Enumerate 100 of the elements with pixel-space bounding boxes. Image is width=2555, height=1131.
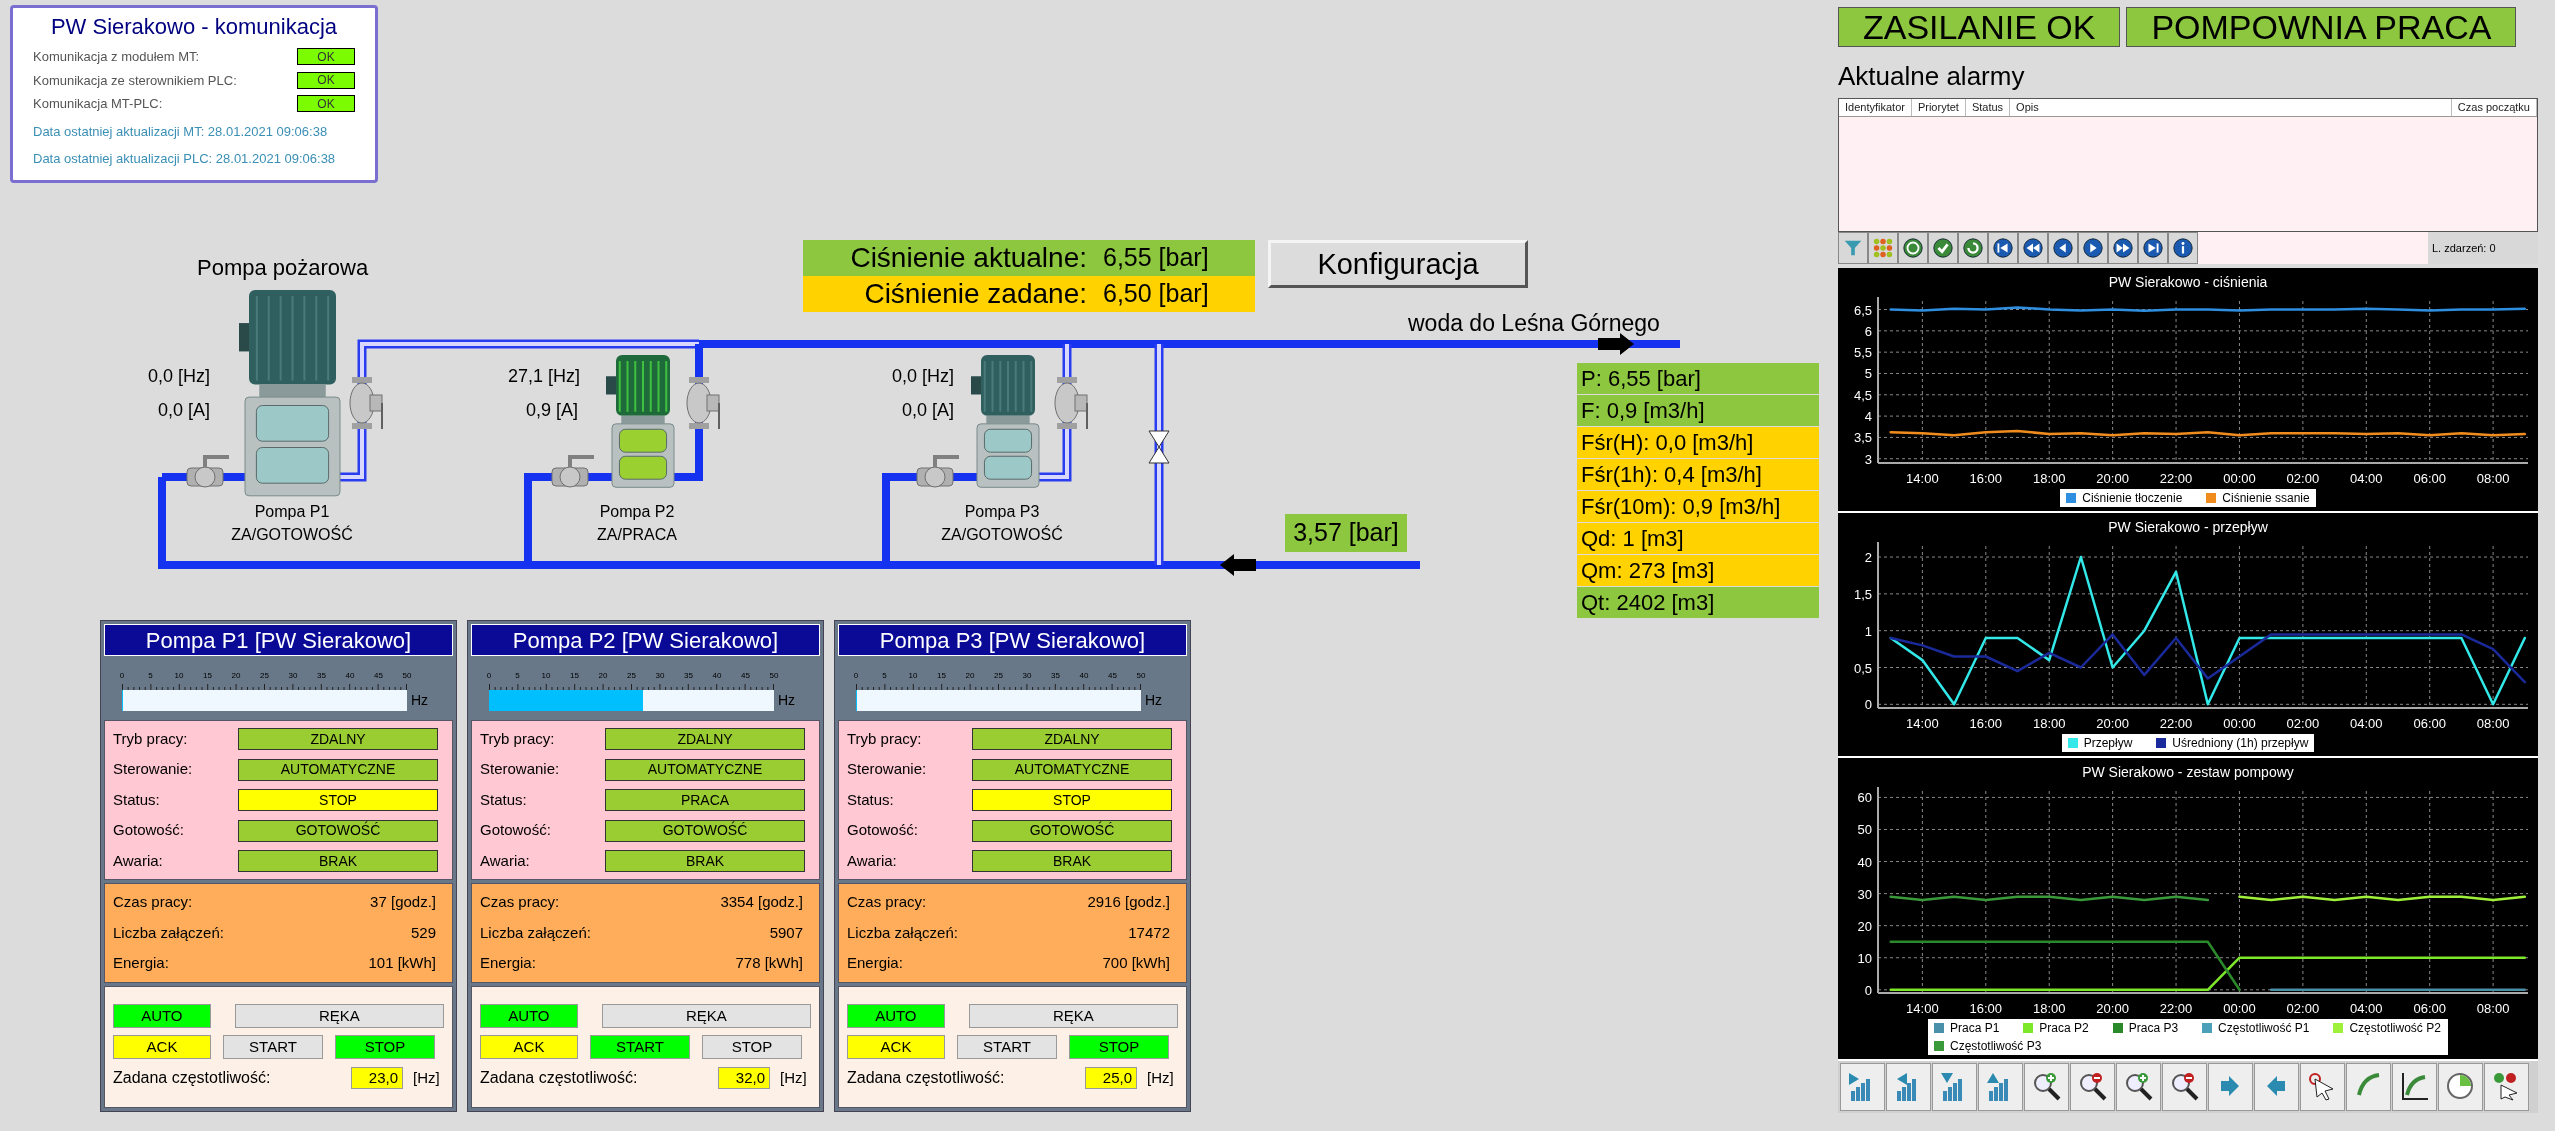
legend-label: Ciśnienie tłoczenie <box>2082 490 2183 507</box>
chart-tool-button[interactable] <box>2484 1063 2529 1111</box>
setpoint-field[interactable]: 25,0 <box>1085 1067 1137 1089</box>
status-tile: POMPOWNIA PRACA <box>2126 7 2517 47</box>
control-button[interactable]: STOP <box>702 1035 802 1059</box>
control-button[interactable]: RĘKA <box>601 1004 811 1028</box>
control-button[interactable]: ACK <box>480 1035 578 1059</box>
control-button[interactable]: START <box>223 1035 323 1059</box>
counter-label: Czas pracy: <box>113 892 193 913</box>
ok-indicator: OK <box>297 48 355 66</box>
status-label: Status: <box>113 789 161 810</box>
panel-title: Pompa P2 [PW Sierakowo] <box>471 624 820 656</box>
setpoint-field[interactable]: 32,0 <box>718 1067 770 1089</box>
axis-label: 06:00 <box>2413 716 2446 731</box>
toolbar-button[interactable] <box>1928 232 1958 264</box>
unit-label: Hz <box>411 691 429 710</box>
chart-tool-button[interactable] <box>2392 1063 2437 1111</box>
axis-label: 00:00 <box>2223 1001 2256 1016</box>
axis-label: 40 <box>1857 854 1872 870</box>
scale-label: 50 <box>769 672 779 680</box>
status-value: ZDALNY <box>238 728 438 750</box>
chart-tool-button[interactable] <box>2300 1063 2345 1111</box>
scale-label: 35 <box>317 672 326 680</box>
scale-label: 0 <box>119 672 125 680</box>
counter-value: 3354 [godz.] <box>720 892 803 913</box>
control-button[interactable]: AUTO <box>847 1004 945 1028</box>
status-value: GOTOWOŚĆ <box>238 819 438 842</box>
chart-tool-button[interactable] <box>2162 1063 2207 1111</box>
legend-label: Praca P3 <box>2128 1020 2179 1037</box>
setpoint-field[interactable]: 23,0 <box>351 1067 403 1089</box>
status-label: Tryb pracy: <box>847 728 923 749</box>
axis-label: 14:00 <box>1906 716 1939 731</box>
config-button[interactable]: Konfiguracja <box>1268 240 1528 288</box>
counter-value: 529 <box>410 922 436 943</box>
control-button[interactable]: START <box>957 1035 1057 1059</box>
info-icon <box>2172 237 2194 259</box>
axis-label: 3,5 <box>1853 430 1872 446</box>
event-count: L. zdarzeń: 0 <box>2428 232 2538 264</box>
pump-frequency: 0,0 [Hz] <box>146 365 210 388</box>
chart-tool-button[interactable] <box>2024 1063 2069 1111</box>
column-header[interactable]: Identyfikator <box>1839 99 1912 116</box>
status-value: AUTOMATYCZNE <box>972 758 1172 781</box>
toolbar-button[interactable] <box>2138 232 2168 264</box>
toolbar-button[interactable] <box>2018 232 2048 264</box>
gate-valve-icon <box>1148 430 1170 464</box>
column-header[interactable]: Status <box>1965 99 2011 116</box>
counter-value: 778 [kWh] <box>735 953 803 974</box>
status-value: STOP <box>972 789 1172 811</box>
control-button[interactable]: START <box>590 1035 690 1059</box>
control-button[interactable]: STOP <box>1069 1035 1169 1059</box>
chart-tool-button[interactable] <box>2070 1063 2115 1111</box>
unit-label: Hz <box>778 691 796 710</box>
flow-reading: Qm: 273 [m3] <box>1577 555 1819 586</box>
counter-label: Energia: <box>113 953 169 974</box>
toolbar-button[interactable] <box>2048 232 2078 264</box>
scale-label: 50 <box>402 672 412 680</box>
scale-label: 30 <box>288 672 298 680</box>
axis-label: 30 <box>1857 886 1872 902</box>
control-button[interactable]: AUTO <box>113 1004 211 1028</box>
update-timestamp: Data ostatniej aktualizacji PLC: 28.01.2021 09:06:38 <box>33 150 337 168</box>
status-value: AUTOMATYCZNE <box>605 758 805 781</box>
ok-indicator: OK <box>297 71 355 89</box>
chart-tool-button[interactable] <box>2116 1063 2161 1111</box>
toolbar-button[interactable] <box>2108 232 2138 264</box>
scale-label: 20 <box>598 672 608 680</box>
scale-label: 5 <box>882 672 887 680</box>
scale-label: 0 <box>486 672 492 680</box>
ball-valve-icon <box>186 455 229 488</box>
control-button[interactable]: RĘKA <box>234 1004 444 1028</box>
scale-label: 35 <box>684 672 693 680</box>
status-value: BRAK <box>972 850 1172 872</box>
outlet-label: woda do Leśna Górnego <box>1408 309 1660 338</box>
toolbar-button[interactable] <box>1988 232 2018 264</box>
communication-label: Komunikacja ze sterownikiem PLC: <box>33 71 237 90</box>
control-button[interactable]: STOP <box>335 1035 435 1059</box>
scale-label: 40 <box>712 672 722 680</box>
pump-current: 0,0 [A] <box>156 399 210 422</box>
status-label: Tryb pracy: <box>113 728 189 749</box>
toolbar-button[interactable] <box>1958 232 1988 264</box>
check-valve-icon <box>1054 377 1088 430</box>
control-button[interactable]: ACK <box>847 1035 945 1059</box>
pump-name: Pompa P1 <box>253 502 331 522</box>
column-header[interactable]: Czas początku <box>2451 99 2537 116</box>
column-header[interactable]: Priorytet <box>1911 99 1966 116</box>
toolbar-button[interactable] <box>2078 232 2108 264</box>
unit-label: Hz <box>1145 691 1163 710</box>
axis-label: 06:00 <box>2413 471 2446 486</box>
control-button[interactable]: AUTO <box>480 1004 578 1028</box>
axis-label: 08:00 <box>2476 716 2510 731</box>
toolbar-button[interactable] <box>2168 232 2198 264</box>
axis-label: 6,5 <box>1853 302 1872 318</box>
status-label: Awaria: <box>480 850 531 871</box>
control-button[interactable]: RĘKA <box>968 1004 1178 1028</box>
pressure-value: 6,50 [bar] <box>1103 278 1209 310</box>
control-button[interactable]: ACK <box>113 1035 211 1059</box>
status-value: ZDALNY <box>605 728 805 750</box>
axis-label: 20 <box>1857 918 1872 934</box>
toolbar-button[interactable] <box>1898 232 1928 264</box>
column-header[interactable]: Opis <box>2010 99 2452 116</box>
setpoint-unit: [Hz] <box>413 1067 440 1088</box>
